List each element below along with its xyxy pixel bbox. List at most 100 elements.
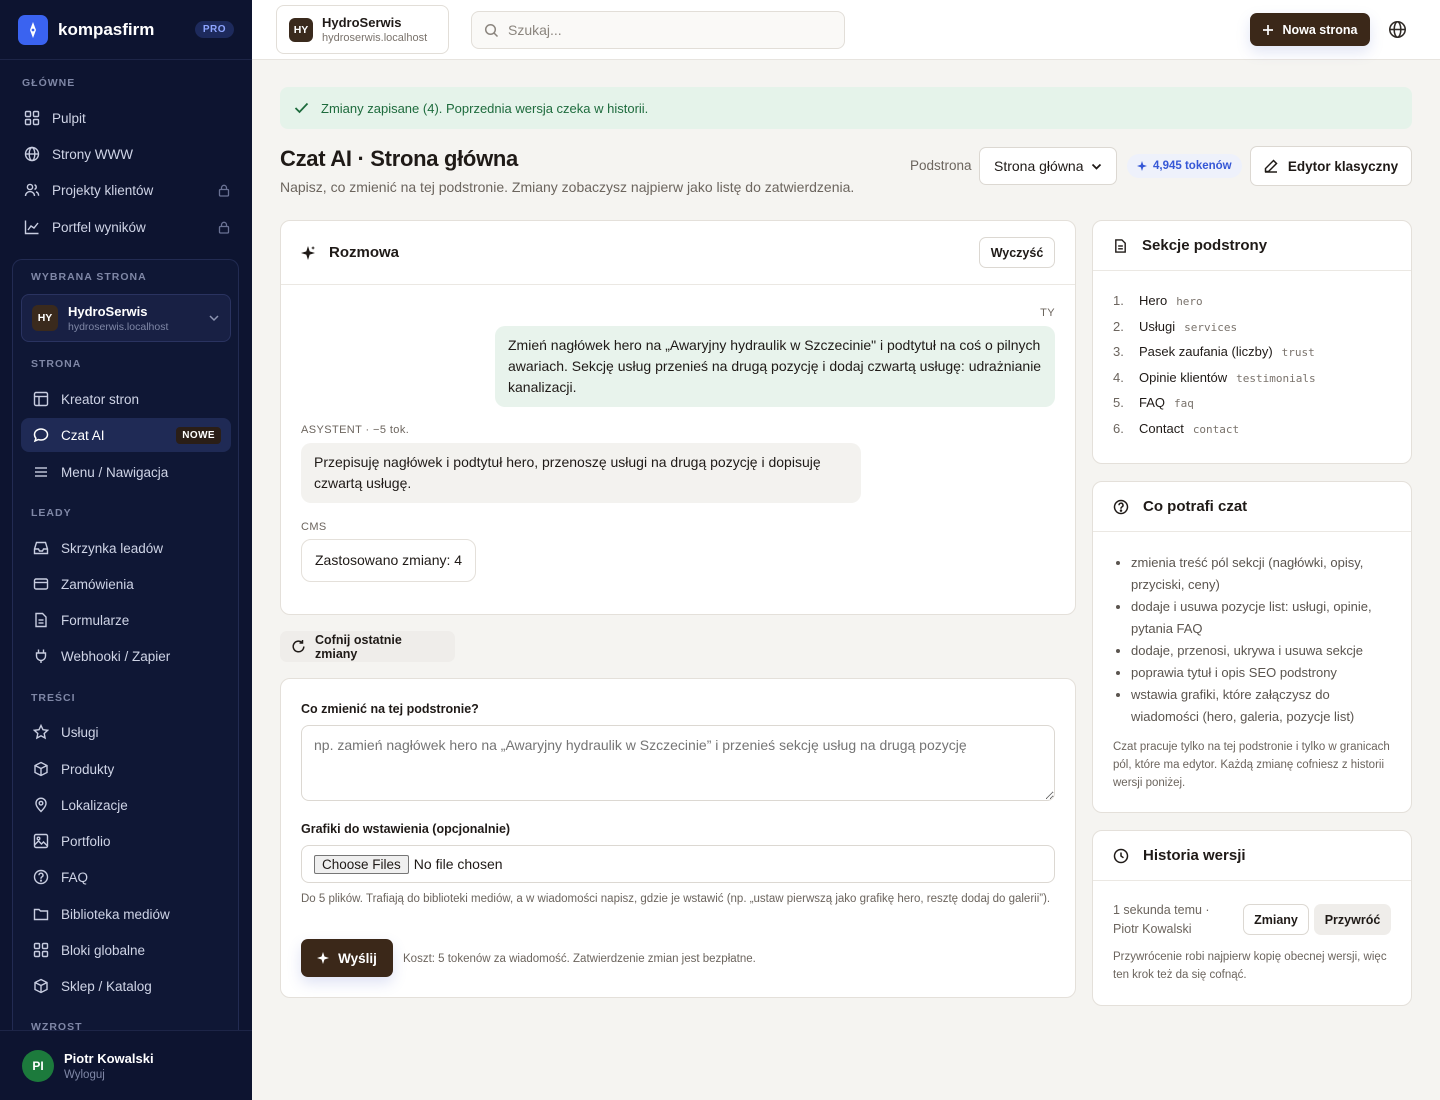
section-key: testimonials: [1236, 371, 1316, 385]
assistant-message: Przepisuję nagłówek i podtytuł hero, prz…: [301, 443, 861, 503]
sidebar-item-label: Zamówienia: [61, 576, 134, 592]
files-hint: Do 5 plików. Trafiają do biblioteki medi…: [301, 893, 1051, 905]
subpage-select[interactable]: Strona główna: [979, 147, 1117, 185]
sidebar-item-webhooks[interactable]: Webhooki / Zapier: [21, 639, 231, 673]
conversation-title: Rozmowa: [329, 244, 400, 261]
language-globe-icon[interactable]: [1388, 20, 1407, 39]
changes-button[interactable]: Zmiany: [1243, 904, 1309, 935]
capability-item: wstawia grafiki, które załączysz do wiad…: [1131, 684, 1395, 728]
search-icon: [484, 23, 499, 38]
chart-line-icon: [22, 217, 42, 237]
token-balance: 4,945 tokenów: [1153, 160, 1232, 172]
change-request-textarea[interactable]: [301, 725, 1055, 801]
clear-button[interactable]: Wyczyść: [979, 237, 1055, 268]
site-name: HydroSerwis: [68, 303, 148, 319]
sidebar-item-faq[interactable]: FAQ: [21, 860, 231, 894]
section-item: 6. Contact contact: [1113, 421, 1316, 447]
sidebar: kompasfirm PRO GŁÓWNE Pulpit Strony WWW …: [0, 0, 252, 1100]
pro-badge: PRO: [194, 21, 234, 38]
help-circle-icon: [31, 867, 51, 887]
version-history-card: Historia wersji 1 sekunda temu · Piotr K…: [1092, 830, 1412, 1006]
new-page-button[interactable]: Nowa strona: [1250, 13, 1370, 46]
star-icon: [31, 722, 51, 742]
sidebar-item-global-blocks[interactable]: Bloki globalne: [21, 933, 231, 967]
subpage-selected: Strona główna: [994, 158, 1084, 174]
site-domain: hydroserwis.localhost: [322, 32, 428, 44]
section-number: 2.: [1113, 318, 1124, 334]
version-time: 1 sekunda temu ·: [1113, 903, 1210, 917]
question-label: Co zmienić na tej podstronie?: [301, 702, 479, 716]
sidebar-item-client-projects[interactable]: Projekty klientów: [12, 173, 240, 207]
site-avatar: HY: [32, 305, 58, 331]
sidebar-item-menu-navigation[interactable]: Menu / Nawigacja: [21, 455, 231, 489]
cms-message-label: CMS: [301, 521, 327, 533]
success-alert: Zmiany zapisane (4). Poprzednia wersja c…: [280, 87, 1412, 129]
sidebar-item-page-builder[interactable]: Kreator stron: [21, 382, 231, 416]
restore-button[interactable]: Przywróć: [1314, 904, 1391, 935]
choose-files-button[interactable]: Choose Files: [314, 854, 409, 874]
capability-item: zmienia treść pól sekcji (nagłówki, opis…: [1131, 552, 1395, 596]
user-message: Zmień nagłówek hero na „Awaryjny hydraul…: [495, 326, 1055, 407]
plug-icon: [31, 646, 51, 666]
page-sections-header: Sekcje podstrony: [1093, 221, 1411, 271]
sidebar-item-services[interactable]: Usługi: [21, 715, 231, 749]
section-number: 3.: [1113, 344, 1124, 359]
sidebar-item-label: Menu / Nawigacja: [61, 464, 169, 480]
capabilities-note: Czat pracuje tylko na tej podstronie i t…: [1113, 741, 1390, 789]
help-circle-icon: [1113, 499, 1129, 515]
conversation-card: Rozmowa Wyczyść TY Zmień nagłówek hero n…: [280, 220, 1076, 615]
sidebar-item-label: Pulpit: [52, 110, 86, 126]
sidebar-item-lead-inbox[interactable]: Skrzynka leadów: [21, 531, 231, 565]
globe-icon: [22, 144, 42, 164]
file-input[interactable]: Choose Files No file chosen: [301, 845, 1055, 883]
undo-last-changes-button[interactable]: Cofnij ostatnie zmiany: [280, 631, 455, 662]
search-input[interactable]: Szukaj...: [471, 11, 845, 49]
box-icon: [31, 976, 51, 996]
page-sections-card: Sekcje podstrony 1. Hero hero 2. Usługi servi…: [1092, 220, 1412, 464]
brand: kompasfirm PRO: [0, 0, 252, 60]
sidebar-item-results-portfolio[interactable]: Portfel wyników: [12, 210, 240, 244]
section-number: 4.: [1113, 369, 1124, 385]
lock-icon: [218, 184, 230, 197]
site-switcher[interactable]: HY HydroSerwis hydroserwis.localhost: [276, 5, 449, 54]
sidebar-item-products[interactable]: Produkty: [21, 752, 231, 786]
sidebar-item-locations[interactable]: Lokalizacje: [21, 788, 231, 822]
nav-section-selected-site: WYBRANA STRONA: [31, 271, 147, 283]
users-icon: [22, 180, 42, 200]
sidebar-item-websites[interactable]: Strony WWW: [12, 137, 240, 171]
sidebar-item-media-library[interactable]: Biblioteka mediów: [21, 897, 231, 931]
user-message-label: TY: [1040, 307, 1055, 319]
sidebar-item-label: Biblioteka mediów: [61, 906, 170, 922]
sidebar-item-label: Skrzynka leadów: [61, 540, 164, 556]
grid-icon: [22, 108, 42, 128]
site-domain: hydroserwis.localhost: [68, 320, 169, 333]
sidebar-item-forms[interactable]: Formularze: [21, 603, 231, 637]
chevron-down-icon: [1091, 163, 1102, 170]
sidebar-item-dashboard[interactable]: Pulpit: [12, 101, 240, 135]
sidebar-item-orders[interactable]: Zamówienia: [21, 567, 231, 601]
main-content: Zmiany zapisane (4). Poprzednia wersja c…: [252, 60, 1440, 1100]
sidebar-item-label: Produkty: [61, 761, 115, 777]
version-entry: 1 sekunda temu · Piotr Kowalski: [1113, 901, 1210, 939]
search-placeholder: Szukaj...: [508, 22, 562, 38]
subpage-label: Podstrona: [910, 158, 972, 173]
section-number: 6.: [1113, 420, 1124, 436]
section-key: services: [1184, 320, 1238, 334]
sparkle-icon: [1137, 161, 1147, 171]
sidebar-item-label: FAQ: [61, 869, 89, 885]
undo-icon: [291, 639, 306, 654]
section-name: Usługi: [1139, 318, 1176, 334]
sidebar-item-portfolio[interactable]: Portfolio: [21, 824, 231, 858]
avatar: PI: [22, 1049, 54, 1082]
logout-link[interactable]: Wyloguj: [64, 1069, 154, 1081]
capability-item: dodaje, przenosi, ukrywa i usuwa sekcje: [1131, 640, 1395, 662]
sidebar-item-shop-catalog[interactable]: Sklep / Katalog: [21, 969, 231, 1003]
sections-list: 1. Hero hero 2. Usługi services 3. Pasek zaufan…: [1113, 293, 1316, 446]
assistant-message-label: ASYSTENT · −5 tok.: [301, 424, 410, 436]
sidebar-item-ai-chat[interactable]: Czat AI NOWE: [21, 418, 231, 452]
sidebar-item-label: Lokalizacje: [61, 797, 128, 813]
section-item: 5. FAQ faq: [1113, 395, 1316, 421]
send-button[interactable]: Wyślij: [301, 939, 393, 977]
site-selector[interactable]: HY HydroSerwis hydroserwis.localhost: [21, 294, 231, 342]
classic-editor-button[interactable]: Edytor klasyczny: [1250, 146, 1412, 186]
